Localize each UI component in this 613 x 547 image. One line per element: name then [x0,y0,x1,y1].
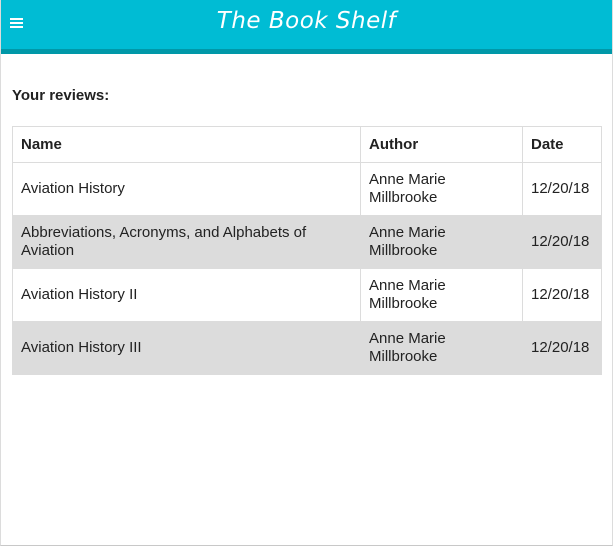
review-name-cell: Abbreviations, Acronyms, and Alphabets o… [12,215,361,269]
review-author-cell: Anne Marie Millbrooke [360,268,523,322]
review-date-cell: 12/20/18 [522,268,602,322]
reviews-table: Name Author Date Aviation History Anne M… [12,126,602,375]
review-name-cell: Aviation History II [12,268,361,322]
column-header-name: Name [12,126,361,163]
review-author-cell: Anne Marie Millbrooke [360,162,523,216]
table-row[interactable]: Aviation History III Anne Marie Millbroo… [12,321,602,375]
review-date-cell: 12/20/18 [522,215,602,269]
reviews-heading: Your reviews: [12,87,110,104]
app-title: The Book Shelf [216,8,397,34]
table-header-row: Name Author Date [12,126,602,163]
app-frame: The Book Shelf Your reviews: Name Author… [0,0,613,546]
table-row[interactable]: Abbreviations, Acronyms, and Alphabets o… [12,215,602,269]
review-name-cell: Aviation History III [12,321,361,375]
review-name-cell: Aviation History [12,162,361,216]
review-date-cell: 12/20/18 [522,321,602,375]
top-app-bar: The Book Shelf [1,0,612,54]
review-date-cell: 12/20/18 [522,162,602,216]
column-header-date: Date [522,126,602,163]
review-author-cell: Anne Marie Millbrooke [360,215,523,269]
table-row[interactable]: Aviation History Anne Marie Millbrooke 1… [12,162,602,216]
review-author-cell: Anne Marie Millbrooke [360,321,523,375]
column-header-author: Author [360,126,523,163]
table-row[interactable]: Aviation History II Anne Marie Millbrook… [12,268,602,322]
